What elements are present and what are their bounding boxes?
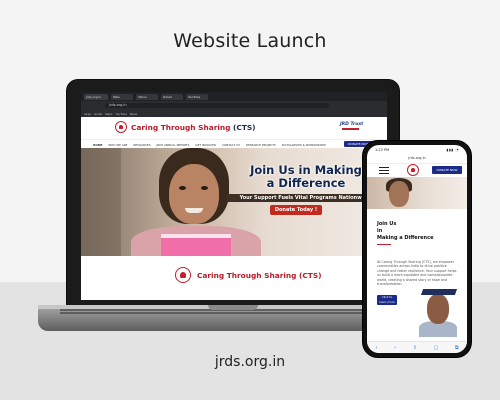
browser-tab[interactable]: Gmail [161,93,183,100]
graduation-cap-icon [420,289,458,295]
bookmark-item[interactable]: News [130,112,138,116]
nav-item-contact[interactable]: CONTACT US [222,143,240,147]
bookmarks-icon[interactable]: ▢ [434,345,439,351]
hero-photo-face [169,164,219,224]
hero-title: Join Us in Making a Difference [231,164,381,190]
forward-icon[interactable]: › [394,345,396,351]
phone-heading-line2: in [377,228,383,234]
browser-tab[interactable]: YouTube [186,93,208,100]
bookmark-item[interactable]: Apps [84,112,91,116]
phone-heading: Join Us in Making a Difference [377,221,433,242]
hero-tagline: Your Support Fuels Vital Programs Nation… [227,194,383,202]
laptop-screen: jrds.org.in Tabs Yahoo Gmail YouTube jrd… [66,79,400,306]
partner-logo: JRD Trust [340,121,364,132]
cts-logo-icon[interactable] [407,164,419,176]
phone-browser-toolbar: ‹ › ⇪ ▢ ⧉ [367,341,467,353]
phone-screen: 1:23 PM ▮▮▮ ◔ jrds.org.in DONATE NOW Joi… [367,145,467,353]
browser-tab[interactable]: jrds.org.in [84,93,108,100]
browser-address-bar: jrds.org.in [81,101,387,110]
nav-item-scholarship[interactable]: SCHOLARSHIP & SPONSORSHIP [282,143,326,147]
brand-name: Caring Through Sharing [131,123,231,132]
browser-url-field[interactable]: jrds.org.in [105,103,329,108]
donate-today-button[interactable]: Donate Today ! [270,205,322,215]
learn-more-line2: learn more [379,299,395,304]
nav-item-get-involved[interactable]: GET INVOLVED [195,143,216,147]
bookmark-item[interactable]: Gmail [94,112,102,116]
partner-logo-text: JRD Trust [340,122,364,127]
bookmark-item[interactable]: Maps [105,112,112,116]
signal-battery-icon: ▮▮▮ ◔ [446,148,459,152]
phone-photo-face [427,294,449,324]
bookmark-item[interactable]: YouTube [115,112,126,116]
learn-more-button[interactable]: Click to learn more [377,295,397,305]
nav-item-who-we-are[interactable]: WHO WE ARE [108,143,127,147]
headline: Website Launch [173,30,327,52]
status-time: 1:23 PM [375,148,390,152]
hero-photo-eye [201,186,208,190]
back-icon[interactable]: ‹ [375,345,377,351]
nav-item-resources[interactable]: RESOURCES [133,143,150,147]
hero-banner: Join Us in Making a Difference Your Supp… [81,148,387,256]
phone-hero-image [367,177,467,209]
site-brand[interactable]: Caring Through Sharing (CTS) [131,123,256,132]
phone-hero-face [389,181,409,207]
brand-suffix: (CTS) [233,123,256,132]
browser-bookmarks-bar: Apps Gmail Maps YouTube News [81,110,387,117]
phone-heading-line1: Join Us [377,221,397,227]
laptop-trackpad-notch [208,305,258,310]
hero-photo-book [161,238,231,256]
hero-photo-eye [179,186,186,190]
hero-title-line2: a Difference [266,176,346,190]
heading-underline [377,244,391,245]
phone-status-bar: 1:23 PM ▮▮▮ ◔ [367,145,467,154]
phone-body-text: At Caring Through Sharing (CTS), we empo… [377,260,457,287]
share-icon[interactable]: ⇪ [413,345,417,351]
hero-shadow [81,148,121,256]
nav-item-annual-reports[interactable]: JRDS ANNUAL REPORTS [156,143,189,147]
nav-item-research[interactable]: RESEARCH PROJECTS [246,143,276,147]
phone-site-header: DONATE NOW [367,163,467,177]
partner-logo-bar [342,128,359,130]
hamburger-menu-icon[interactable] [379,167,389,174]
footer-brand-text: Caring Through Sharing (CTS) [197,271,322,280]
tabs-icon[interactable]: ⧉ [455,345,459,351]
laptop-display: jrds.org.in Tabs Yahoo Gmail YouTube jrd… [81,92,387,300]
phone-frame: 1:23 PM ▮▮▮ ◔ jrds.org.in DONATE NOW Joi… [362,140,472,358]
browser-tab[interactable]: Tabs [111,93,133,100]
site-header: Caring Through Sharing (CTS) JRD Trust [81,117,387,139]
browser-tab[interactable]: Yahoo [136,93,158,100]
hero-photo-smile [185,208,203,213]
cts-logo-icon[interactable] [115,121,127,133]
browser-tab-strip: jrds.org.in Tabs Yahoo Gmail YouTube [81,92,387,101]
phone-heading-line3: Making a Difference [377,235,434,241]
nav-item-home[interactable]: HOME [93,143,102,147]
site-footer-brand: Caring Through Sharing (CTS) [81,256,387,300]
phone-donate-now-button[interactable]: DONATE NOW [432,166,462,174]
cts-logo-icon [175,267,191,283]
footer-url: jrds.org.in [214,354,286,370]
